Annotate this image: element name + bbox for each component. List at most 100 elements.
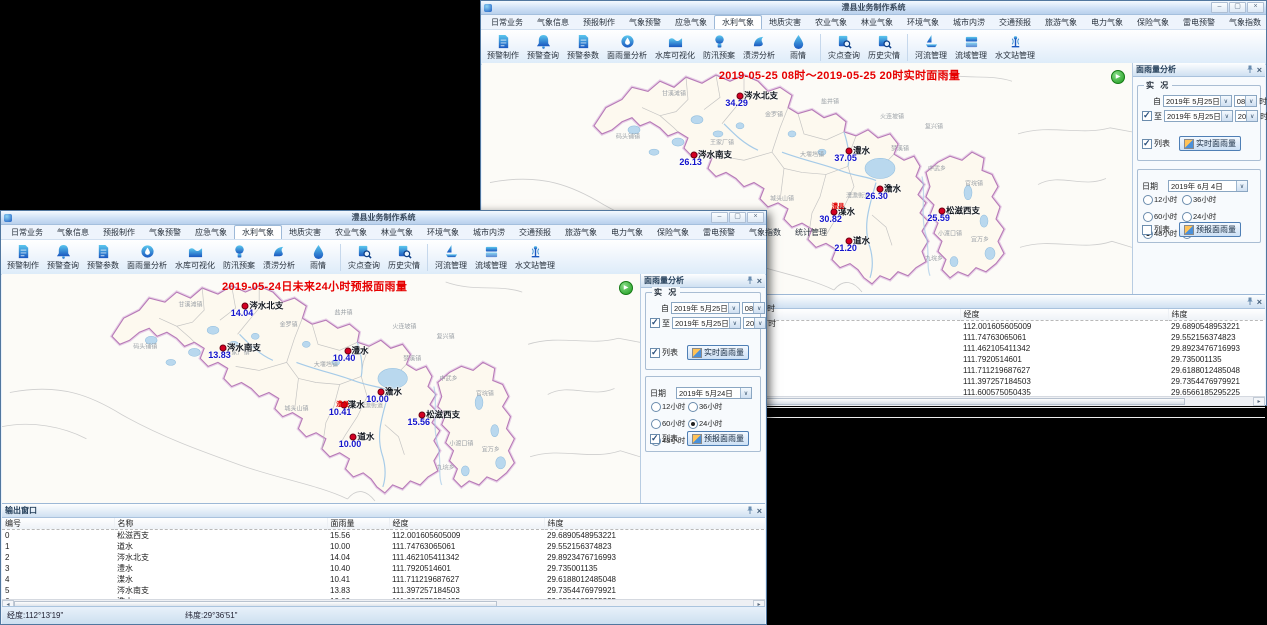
from-hour-select[interactable]: 08∨ bbox=[742, 302, 765, 314]
toolbar-button-waterlogging[interactable]: 渍涝分析 bbox=[259, 243, 299, 271]
tab-林业气象[interactable]: 林业气象 bbox=[854, 16, 900, 29]
radio-36小时[interactable]: 36小时 bbox=[1182, 194, 1221, 205]
tab-城市内涝[interactable]: 城市内涝 bbox=[466, 226, 512, 239]
toolbar-button-river-manage[interactable]: 河流管理 bbox=[911, 33, 951, 61]
tab-水利气象[interactable]: 水利气象 bbox=[234, 225, 282, 239]
column-header-纬度[interactable]: 纬度 bbox=[544, 518, 765, 530]
close-button[interactable]: × bbox=[747, 212, 764, 223]
table-row[interactable]: 3澧水10.40111.792051460129.735001135 bbox=[2, 563, 765, 574]
table-row[interactable]: 0松滋西支15.56112.00160560500929.68905489532… bbox=[2, 530, 765, 542]
chevron-down-icon[interactable]: ∨ bbox=[753, 303, 764, 313]
tab-城市内涝[interactable]: 城市内涝 bbox=[946, 16, 992, 29]
tab-农业气象[interactable]: 农业气象 bbox=[328, 226, 374, 239]
to-date-select[interactable]: 2019年 5月25日∨ bbox=[1164, 110, 1233, 122]
list-checkbox[interactable] bbox=[1142, 139, 1152, 149]
from-date-select[interactable]: 2019年 5月25日∨ bbox=[1163, 95, 1232, 107]
table-row[interactable]: 1道水10.00111.7476306506129.552156374823 bbox=[2, 541, 765, 552]
table-row[interactable]: 2涔水北支14.04111.46210541134229.89234767169… bbox=[2, 552, 765, 563]
tab-地质灾害[interactable]: 地质灾害 bbox=[762, 16, 808, 29]
tab-雷电预警[interactable]: 雷电预警 bbox=[1176, 16, 1222, 29]
radio-12小时[interactable]: 12小时 bbox=[651, 401, 688, 412]
tab-电力气象[interactable]: 电力气象 bbox=[1084, 16, 1130, 29]
chevron-down-icon[interactable]: ∨ bbox=[740, 388, 751, 398]
tab-气象指数[interactable]: 气象指数 bbox=[1222, 16, 1267, 29]
realtime-rainfall-button[interactable]: 实时面雨量 bbox=[687, 345, 749, 360]
tab-保险气象[interactable]: 保险气象 bbox=[650, 226, 696, 239]
pin-icon[interactable] bbox=[746, 276, 754, 286]
tab-雷电预警[interactable]: 雷电预警 bbox=[696, 226, 742, 239]
tab-日常业务[interactable]: 日常业务 bbox=[4, 226, 50, 239]
toolbar-button-areal-rainfall[interactable]: 面雨量分析 bbox=[603, 33, 651, 61]
table-row[interactable]: 4渫水10.41111.71121968762729.6188012485048 bbox=[2, 574, 765, 585]
column-header-名称[interactable]: 名称 bbox=[114, 518, 327, 530]
to-checkbox[interactable] bbox=[650, 318, 660, 328]
tab-气象信息[interactable]: 气象信息 bbox=[530, 16, 576, 29]
toolbar-button-history-disaster[interactable]: 历史灾情 bbox=[384, 243, 424, 271]
tab-环境气象[interactable]: 环境气象 bbox=[420, 226, 466, 239]
toolbar-button-warning-params[interactable]: 预警参数 bbox=[83, 243, 123, 271]
toolbar-button-hydro-station-manage[interactable]: 水文站管理 bbox=[991, 33, 1039, 61]
list-checkbox[interactable] bbox=[1142, 225, 1152, 235]
tab-日常业务[interactable]: 日常业务 bbox=[484, 16, 530, 29]
column-header-编号[interactable]: 编号 bbox=[2, 518, 114, 530]
scroll-right-icon[interactable]: ▸ bbox=[1253, 397, 1265, 406]
maximize-button[interactable]: ▢ bbox=[729, 212, 746, 223]
map-refresh-button[interactable]: ▶ bbox=[619, 281, 633, 295]
realtime-rainfall-button[interactable]: 实时面雨量 bbox=[1179, 136, 1241, 151]
output-close-icon[interactable]: × bbox=[757, 507, 762, 515]
toolbar-button-river-manage[interactable]: 河流管理 bbox=[431, 243, 471, 271]
column-header-经度[interactable]: 经度 bbox=[960, 309, 1168, 321]
chevron-down-icon[interactable]: ∨ bbox=[1220, 96, 1231, 106]
tab-预报制作[interactable]: 预报制作 bbox=[96, 226, 142, 239]
tab-应急气象[interactable]: 应急气象 bbox=[668, 16, 714, 29]
toolbar-button-hydro-station-manage[interactable]: 水文站管理 bbox=[511, 243, 559, 271]
pin-icon[interactable] bbox=[1246, 297, 1254, 307]
tab-农业气象[interactable]: 农业气象 bbox=[808, 16, 854, 29]
toolbar-button-reservoir-view[interactable]: 水库可视化 bbox=[651, 33, 699, 61]
radio-36小时[interactable]: 36小时 bbox=[688, 401, 725, 412]
tab-交通预报[interactable]: 交通预报 bbox=[992, 16, 1038, 29]
to-hour-select[interactable]: 20∨ bbox=[1235, 110, 1258, 122]
tab-水利气象[interactable]: 水利气象 bbox=[714, 15, 762, 29]
radio-24小时[interactable]: 24小时 bbox=[688, 418, 725, 429]
toolbar-button-warning-create[interactable]: 预警制作 bbox=[3, 243, 43, 271]
radio-12小时[interactable]: 12小时 bbox=[1143, 194, 1182, 205]
toolbar-button-warning-params[interactable]: 预警参数 bbox=[563, 33, 603, 61]
toolbar-button-basin-manage[interactable]: 流域管理 bbox=[951, 33, 991, 61]
toolbar-button-rain-info[interactable]: 雨情 bbox=[299, 243, 337, 271]
to-checkbox[interactable] bbox=[1142, 111, 1152, 121]
toolbar-button-history-disaster[interactable]: 历史灾情 bbox=[864, 33, 904, 61]
toolbar-button-disaster-point-query[interactable]: 灾点查询 bbox=[344, 243, 384, 271]
close-button[interactable]: × bbox=[1247, 2, 1264, 13]
toolbar-button-rain-info[interactable]: 雨情 bbox=[779, 33, 817, 61]
radio-24小时[interactable]: 24小时 bbox=[1182, 211, 1221, 222]
toolbar-button-waterlogging[interactable]: 渍涝分析 bbox=[739, 33, 779, 61]
pin-icon[interactable] bbox=[746, 506, 754, 516]
toolbar-button-disaster-point-query[interactable]: 灾点查询 bbox=[824, 33, 864, 61]
map-refresh-button[interactable]: ▶ bbox=[1111, 70, 1125, 84]
tab-电力气象[interactable]: 电力气象 bbox=[604, 226, 650, 239]
column-header-经度[interactable]: 经度 bbox=[389, 518, 544, 530]
chevron-down-icon[interactable]: ∨ bbox=[1236, 181, 1247, 191]
tab-气象信息[interactable]: 气象信息 bbox=[50, 226, 96, 239]
toolbar-button-flood-plan[interactable]: 防汛预案 bbox=[699, 33, 739, 61]
panel-close-icon[interactable]: × bbox=[1257, 66, 1262, 74]
map-area[interactable]: 2019-05-24日未来24小时预报面雨量 ▶ 甘溪滩镇码头铺镇王家厂镇金罗镇… bbox=[2, 274, 641, 503]
minimize-button[interactable]: – bbox=[1211, 2, 1228, 13]
tab-统计管理[interactable]: 统计管理 bbox=[788, 226, 834, 239]
from-hour-select[interactable]: 08∨ bbox=[1234, 95, 1257, 107]
table-row[interactable]: 5涔水南支13.83111.39725718450329.73544769799… bbox=[2, 585, 765, 596]
list-checkbox[interactable] bbox=[650, 348, 660, 358]
column-header-纬度[interactable]: 纬度 bbox=[1168, 309, 1265, 321]
tab-旅游气象[interactable]: 旅游气象 bbox=[1038, 16, 1084, 29]
radio-60小时[interactable]: 60小时 bbox=[651, 418, 688, 429]
toolbar-button-warning-query[interactable]: 预警查询 bbox=[43, 243, 83, 271]
forecast-date-select[interactable]: 2019年 5月24日∨ bbox=[676, 387, 752, 399]
tab-应急气象[interactable]: 应急气象 bbox=[188, 226, 234, 239]
chevron-down-icon[interactable]: ∨ bbox=[1221, 111, 1232, 121]
titlebar[interactable]: 澧县业务制作系统 – ▢ × bbox=[1, 211, 766, 225]
tab-气象预警[interactable]: 气象预警 bbox=[142, 226, 188, 239]
forecast-rainfall-button[interactable]: 预报面雨量 bbox=[687, 431, 749, 446]
chevron-down-icon[interactable]: ∨ bbox=[728, 303, 739, 313]
radio-60小时[interactable]: 60小时 bbox=[1143, 211, 1182, 222]
